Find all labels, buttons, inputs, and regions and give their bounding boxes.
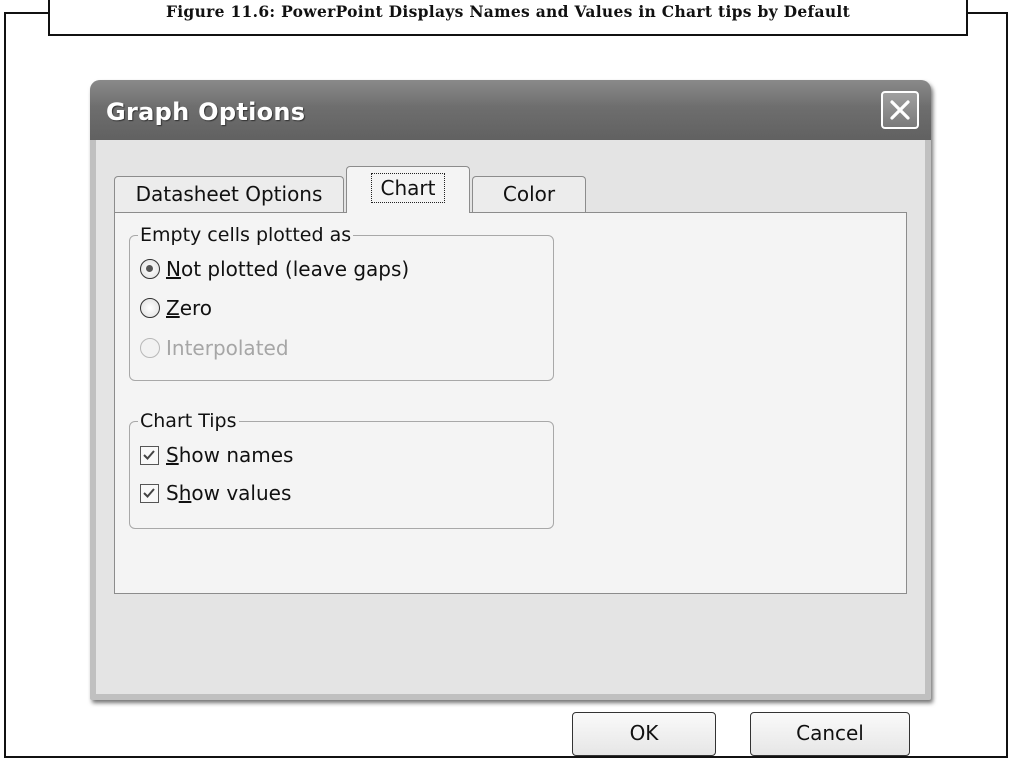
checkbox-checked[interactable] <box>140 483 159 503</box>
figure-caption-box: Figure 11.6: PowerPoint Displays Names a… <box>48 0 968 36</box>
radio-label: Not plotted (leave gaps) <box>166 257 410 281</box>
chart-tips-group: Chart Tips Show names Show values <box>129 409 554 529</box>
radio-button-disabled <box>140 338 160 358</box>
cancel-button[interactable]: Cancel <box>750 712 910 756</box>
radio-zero[interactable]: Zero <box>140 293 212 323</box>
radio-interpolated: Interpolated <box>140 333 289 363</box>
checkbox-checked[interactable] <box>140 445 159 465</box>
checkbox-label: Show names <box>166 443 294 467</box>
tab-label: Datasheet Options <box>135 182 323 206</box>
checkbox-show-names[interactable]: Show names <box>140 440 293 470</box>
ok-button[interactable]: OK <box>572 712 716 756</box>
figure-caption: Figure 11.6: PowerPoint Displays Names a… <box>165 2 851 21</box>
radio-button-selected[interactable] <box>140 259 160 279</box>
tab-label: Chart <box>370 173 446 203</box>
radio-button[interactable] <box>140 298 160 318</box>
checkbox-show-values[interactable]: Show values <box>140 478 291 508</box>
tab-label: Color <box>502 182 556 206</box>
empty-cells-group: Empty cells plotted as Not plotted (leav… <box>129 223 554 381</box>
graph-options-dialog: Graph Options Datasheet Options Chart Co… <box>90 80 931 756</box>
tab-chart[interactable]: Chart <box>346 166 470 213</box>
checkbox-label: Show values <box>166 481 292 505</box>
chart-tab-panel: Empty cells plotted as Not plotted (leav… <box>114 212 907 594</box>
radio-label: Zero <box>166 296 213 320</box>
tab-color[interactable]: Color <box>472 176 586 212</box>
tab-datasheet-options[interactable]: Datasheet Options <box>114 176 344 212</box>
checkmark-icon <box>143 449 155 460</box>
empty-cells-legend: Empty cells plotted as <box>138 223 354 247</box>
radio-label: Interpolated <box>166 336 289 360</box>
chart-tips-legend: Chart Tips <box>138 409 239 433</box>
dialog-title: Graph Options <box>106 98 306 126</box>
close-button[interactable] <box>881 91 919 129</box>
dialog-client-area: Datasheet Options Chart Color Empty cell… <box>96 140 925 756</box>
radio-not-plotted[interactable]: Not plotted (leave gaps) <box>140 254 409 284</box>
title-bar[interactable]: Graph Options <box>90 80 931 140</box>
checkmark-icon <box>143 487 155 498</box>
